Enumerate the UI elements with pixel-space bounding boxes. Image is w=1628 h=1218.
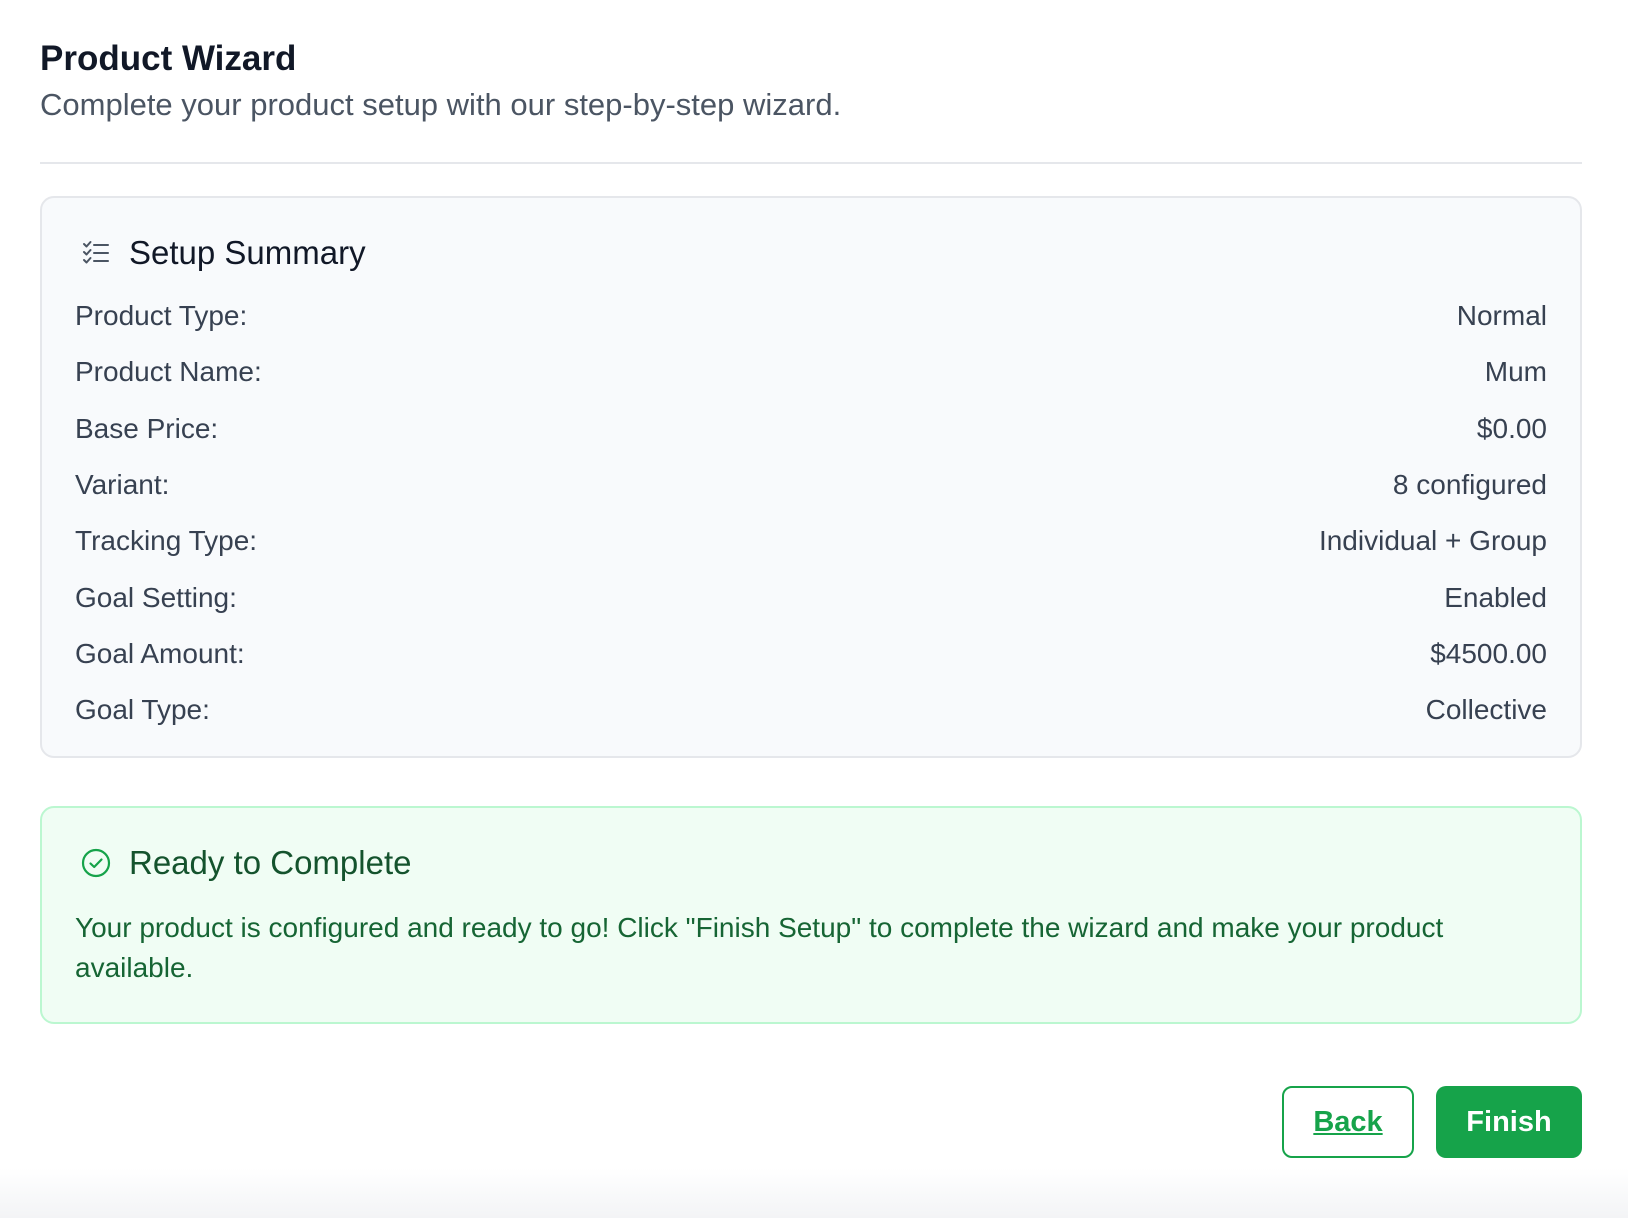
summary-label: Product Type: [75,300,248,332]
summary-label: Variant: [75,469,170,501]
summary-row-product-type: Product Type: Normal [75,288,1547,344]
finish-button[interactable]: Finish [1436,1086,1582,1158]
summary-label: Base Price: [75,412,219,444]
summary-row-tracking-type: Tracking Type: Individual + Group [75,513,1547,569]
check-circle-icon [79,846,113,880]
ready-message: Your product is configured and ready to … [75,912,1444,984]
setup-summary-header: Setup Summary [75,232,1547,274]
summary-label: Goal Setting: [75,581,237,613]
setup-summary-title: Setup Summary [129,234,366,271]
ready-to-complete-card: Ready to Complete Your product is config… [40,806,1582,1025]
summary-row-goal-type: Goal Type: Collective [75,682,1547,738]
page-subtitle: Complete your product setup with our ste… [40,87,842,122]
summary-value: Normal [1456,300,1547,332]
bottom-fade [0,1168,1628,1218]
product-wizard-page: Product Wizard Complete your product set… [40,0,1582,1025]
ready-header: Ready to Complete [75,842,1547,884]
summary-label: Tracking Type: [75,525,258,557]
setup-summary-card: Setup Summary Product Type: Normal Produ… [40,196,1582,759]
summary-label: Goal Amount: [75,637,245,669]
summary-rows: Product Type: Normal Product Name: Mum B… [75,288,1547,738]
summary-label: Product Name: [75,356,262,388]
summary-value: Mum [1484,356,1547,388]
summary-value: 8 configured [1392,469,1547,501]
page-title: Product Wizard [40,39,297,78]
summary-value: $4500.00 [1430,637,1547,669]
back-button[interactable]: Back [1282,1086,1414,1158]
summary-label: Goal Type: [75,694,210,726]
summary-row-goal-setting: Goal Setting: Enabled [75,569,1547,625]
wizard-actions: Back Finish [1282,1086,1582,1158]
header-divider [40,162,1582,164]
summary-value: Enabled [1444,581,1547,613]
summary-row-product-name: Product Name: Mum [75,344,1547,400]
summary-value: Collective [1425,694,1547,726]
checklist-icon [79,236,113,270]
summary-value: $0.00 [1476,412,1547,444]
summary-row-variant: Variant: 8 configured [75,457,1547,513]
summary-row-goal-amount: Goal Amount: $4500.00 [75,626,1547,682]
summary-row-base-price: Base Price: $0.00 [75,401,1547,457]
ready-title: Ready to Complete [129,844,412,882]
summary-value: Individual + Group [1318,525,1547,557]
